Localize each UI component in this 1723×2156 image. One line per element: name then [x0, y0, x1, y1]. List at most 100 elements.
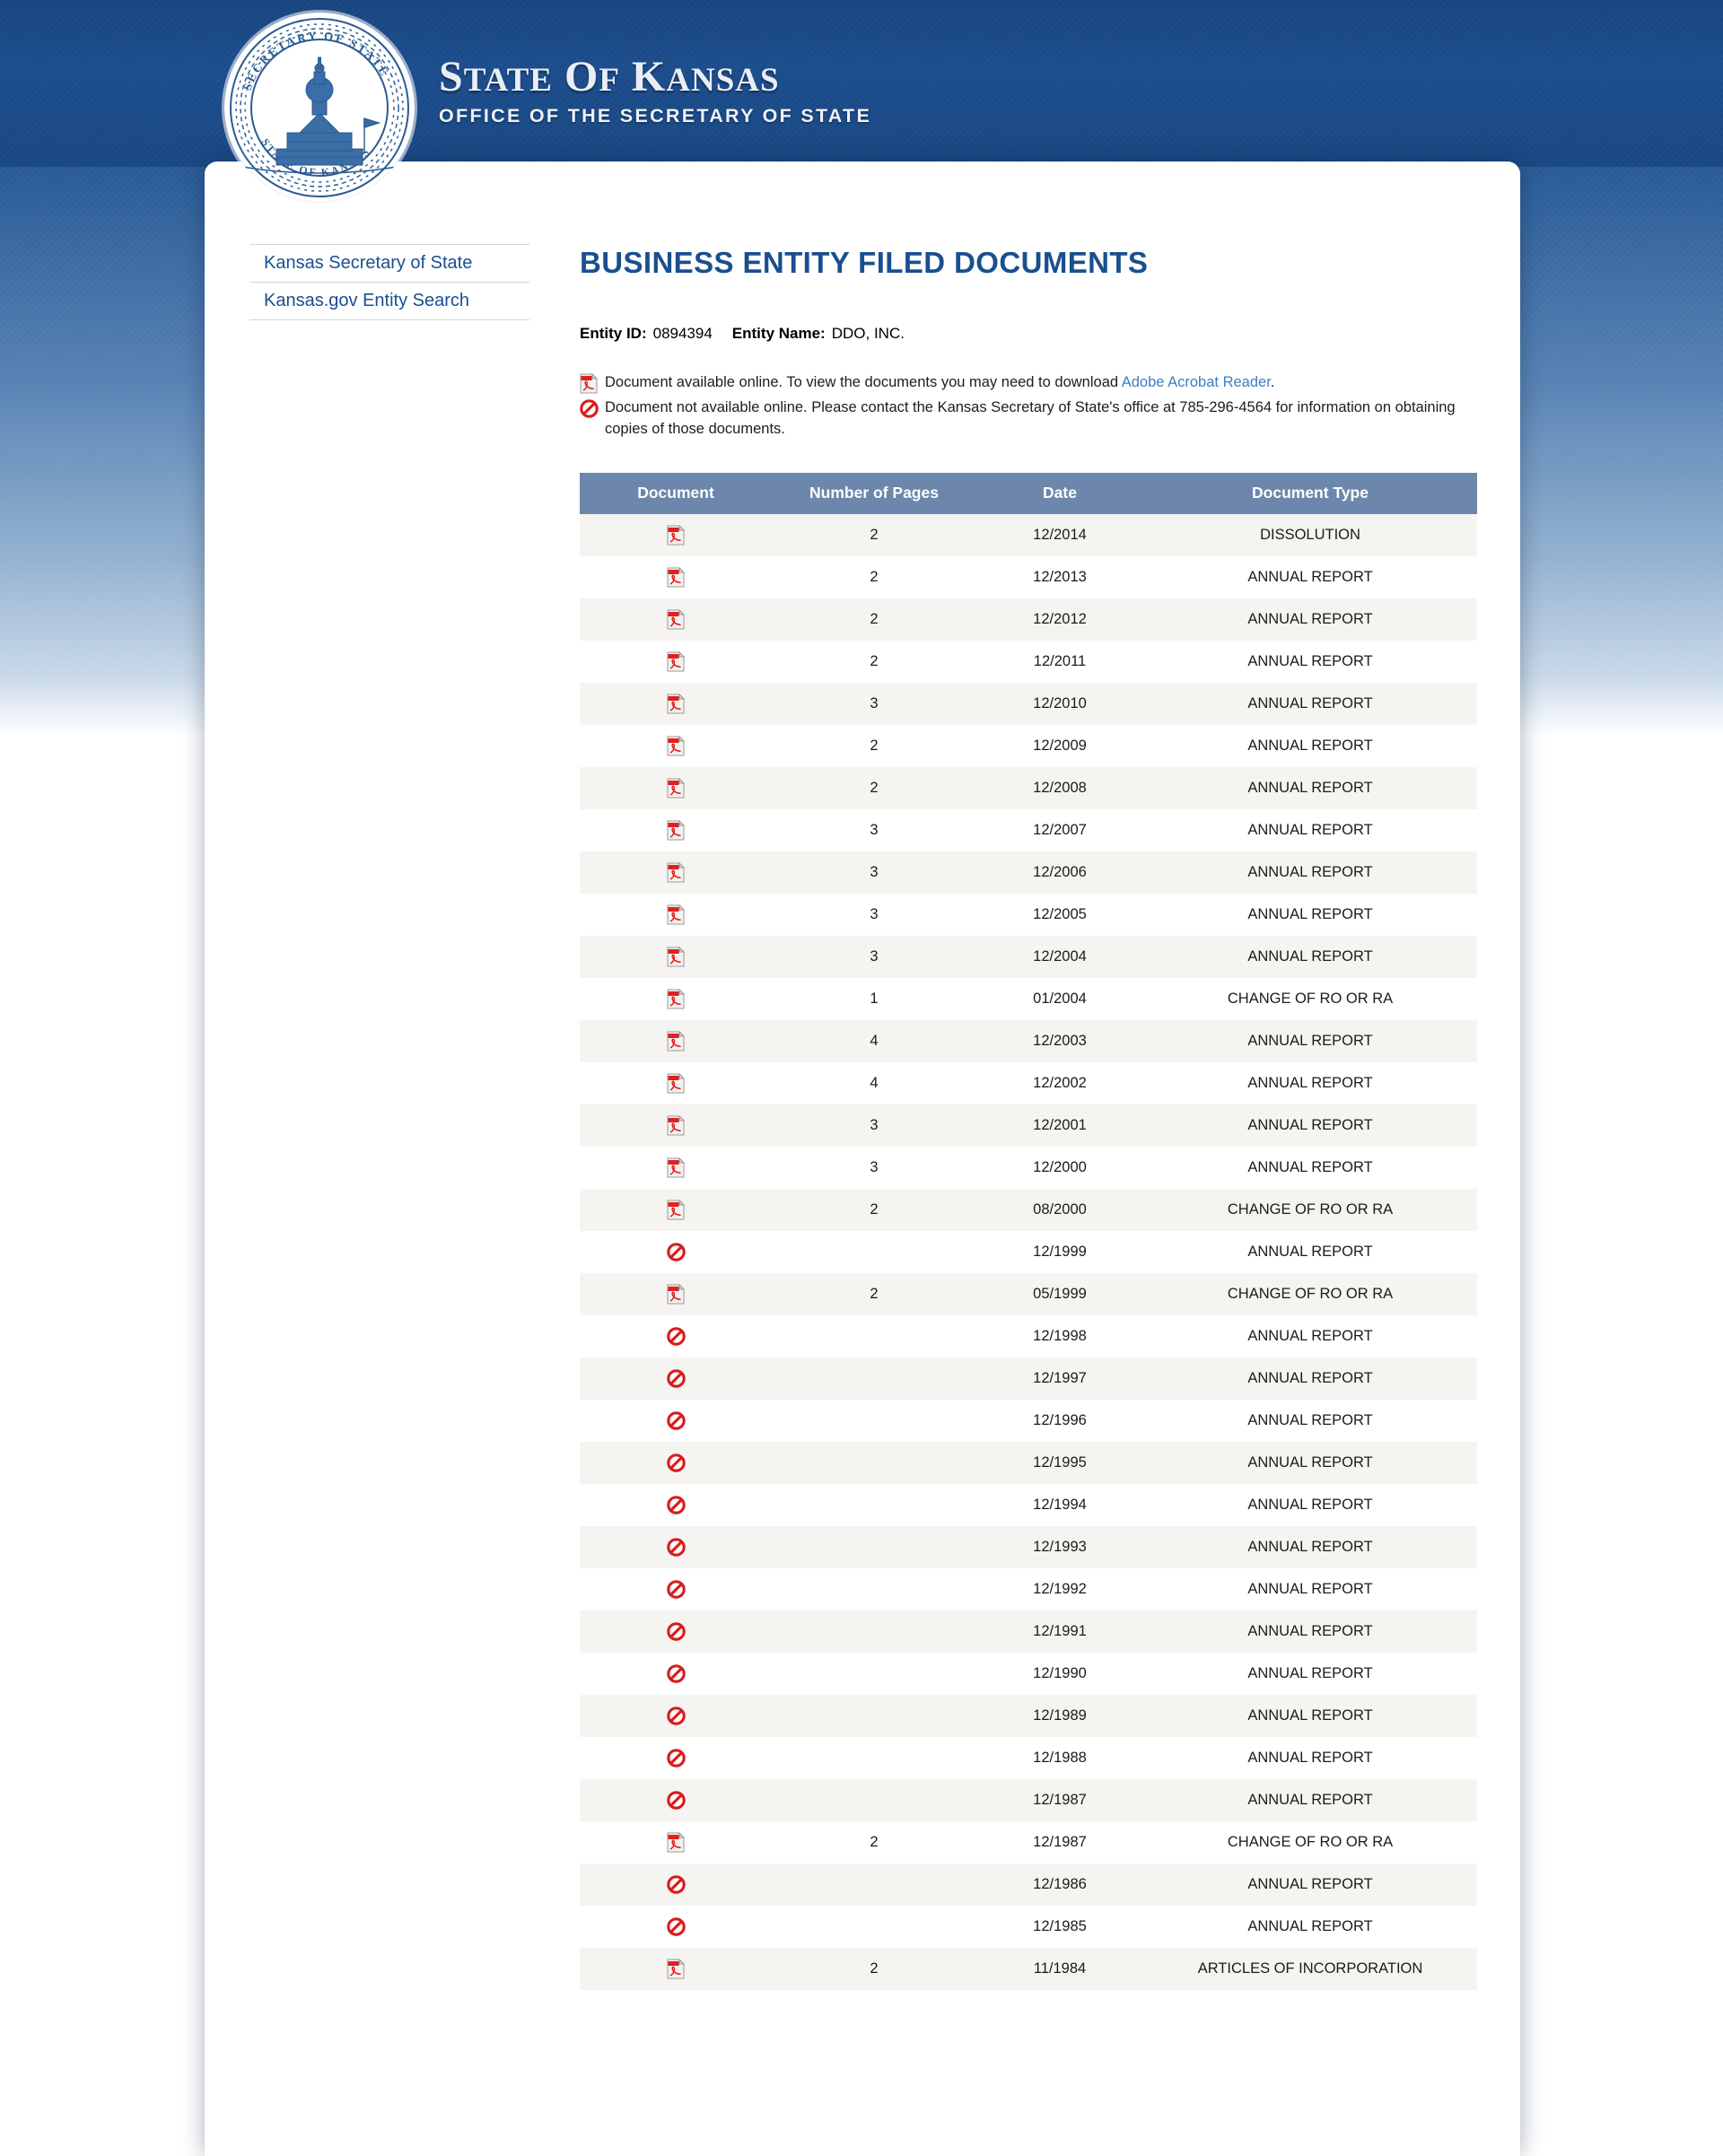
cell-date: 12/1999 — [1033, 1243, 1087, 1260]
pdf-icon[interactable] — [667, 1283, 685, 1305]
cell-number-of-pages: 2 — [870, 568, 879, 585]
cell-number-of-pages — [772, 1400, 976, 1442]
no-entry-icon — [666, 1917, 686, 1936]
pdf-icon[interactable] — [667, 946, 685, 967]
table-row: 2 12/2008 ANNUAL REPORT — [580, 766, 1477, 809]
cell-date: 12/1996 — [1033, 1411, 1087, 1428]
table-row: 3 12/2007 ANNUAL REPORT — [580, 809, 1477, 851]
pdf-icon[interactable] — [667, 777, 685, 799]
cell-number-of-pages: 2 — [870, 652, 879, 669]
cell-document-type: ANNUAL REPORT — [1143, 682, 1477, 725]
no-entry-icon — [580, 398, 599, 420]
cell-document-type: ANNUAL REPORT — [1247, 1327, 1373, 1344]
page-title: BUSINESS ENTITY FILED DOCUMENTS — [580, 246, 1149, 279]
cell-number-of-pages: 2 — [772, 598, 976, 641]
legend-row-unavailable: Document not available online. Please co… — [580, 397, 1477, 441]
cell-document-type: ANNUAL REPORT — [1143, 935, 1477, 978]
no-entry-icon — [666, 1369, 686, 1388]
cell-date: 12/1985 — [1033, 1917, 1087, 1934]
pdf-icon[interactable] — [667, 1030, 685, 1052]
table-row: 2 12/2014 DISSOLUTION — [580, 513, 1477, 556]
table-row: 12/1989 ANNUAL REPORT — [580, 1694, 1477, 1737]
table-row: 2 08/2000 CHANGE OF RO OR RA — [580, 1188, 1477, 1231]
main-content: BUSINESS ENTITY FILED DOCUMENTS Entity I… — [580, 161, 1477, 1990]
cell-date: 12/2007 — [1033, 821, 1087, 838]
site-banner-texture — [0, 0, 1723, 167]
table-row: 2 12/2011 ANNUAL REPORT — [580, 641, 1477, 683]
site-banner — [0, 0, 1723, 167]
cell-number-of-pages: 3 — [772, 1104, 976, 1147]
cell-date: 11/1984 — [976, 1947, 1143, 1990]
table-row: 12/1987 ANNUAL REPORT — [580, 1778, 1477, 1821]
cell-date: 12/1989 — [976, 1694, 1143, 1737]
cell-document-type: ANNUAL REPORT — [1247, 1158, 1373, 1175]
cell-document — [580, 1272, 772, 1315]
cell-document — [580, 1906, 772, 1948]
pdf-icon[interactable] — [667, 1199, 685, 1220]
cell-document — [580, 1737, 772, 1779]
cell-document-type: ANNUAL REPORT — [1247, 1917, 1373, 1934]
no-entry-icon — [666, 1538, 686, 1557]
cell-document — [580, 1525, 772, 1568]
pdf-icon[interactable] — [667, 1157, 685, 1178]
cell-document-type: ANNUAL REPORT — [1247, 568, 1373, 585]
cell-document — [580, 556, 772, 598]
cell-document — [580, 851, 772, 894]
cell-date: 12/1987 — [976, 1778, 1143, 1821]
cell-number-of-pages: 2 — [772, 1947, 976, 1990]
cell-document-type: ANNUAL REPORT — [1247, 1074, 1373, 1091]
cell-date: 12/2008 — [976, 766, 1143, 809]
cell-document-type: ANNUAL REPORT — [1143, 1441, 1477, 1484]
pdf-icon[interactable] — [667, 1831, 685, 1853]
no-entry-icon — [666, 1411, 686, 1430]
cell-document-type: ANNUAL REPORT — [1143, 598, 1477, 641]
sidebar-item-kansas-secretary-of-state[interactable]: Kansas Secretary of State — [249, 244, 529, 282]
column-header-number-of-pages: Number of Pages — [772, 472, 976, 514]
column-header-document-type: Document Type — [1143, 472, 1477, 514]
cell-number-of-pages: 2 — [870, 1833, 879, 1850]
pdf-icon[interactable] — [667, 735, 685, 756]
pdf-icon[interactable] — [667, 1114, 685, 1136]
no-entry-icon — [666, 1580, 686, 1599]
table-row: 2 12/1987 CHANGE OF RO OR RA — [580, 1821, 1477, 1864]
cell-date: 12/1992 — [1033, 1580, 1087, 1597]
cell-document — [580, 1104, 772, 1147]
table-row: 3 12/2010 ANNUAL REPORT — [580, 682, 1477, 725]
cell-date: 12/2009 — [1033, 737, 1087, 754]
pdf-icon[interactable] — [667, 819, 685, 841]
pdf-icon[interactable] — [667, 903, 685, 925]
adobe-acrobat-reader-link[interactable]: Adobe Acrobat Reader — [1122, 374, 1271, 390]
pdf-icon[interactable] — [667, 1072, 685, 1094]
cell-number-of-pages — [772, 1863, 976, 1906]
pdf-icon[interactable] — [667, 861, 685, 883]
cell-document-type: ANNUAL REPORT — [1143, 1694, 1477, 1737]
cell-document-type: ANNUAL REPORT — [1143, 1019, 1477, 1062]
no-entry-icon — [666, 1791, 686, 1810]
cell-document — [580, 1610, 772, 1653]
column-header-date: Date — [976, 472, 1143, 514]
pdf-icon[interactable] — [667, 608, 685, 630]
table-row: 12/1991 ANNUAL REPORT — [580, 1610, 1477, 1653]
pdf-icon[interactable] — [667, 524, 685, 546]
pdf-icon[interactable] — [667, 566, 685, 588]
cell-number-of-pages — [772, 1441, 976, 1484]
table-row: 3 12/2001 ANNUAL REPORT — [580, 1104, 1477, 1147]
entity-summary: Entity ID: 0894394 Entity Name: DDO, INC. — [580, 325, 1477, 343]
cell-document — [580, 1147, 772, 1189]
cell-date: 12/1988 — [1033, 1749, 1087, 1766]
entity-name-value: DDO, INC. — [831, 325, 905, 342]
cell-date: 05/1999 — [976, 1272, 1143, 1315]
cell-document — [580, 725, 772, 767]
cell-document — [580, 1484, 772, 1526]
table-row: 12/1986 ANNUAL REPORT — [580, 1863, 1477, 1906]
pdf-icon[interactable] — [667, 1958, 685, 1979]
cell-document — [580, 513, 772, 556]
cell-date: 12/2010 — [976, 682, 1143, 725]
pdf-icon[interactable] — [667, 650, 685, 672]
cell-document-type: ANNUAL REPORT — [1247, 905, 1373, 922]
cell-number-of-pages: 2 — [870, 737, 879, 754]
sidebar-item-kansas-gov-entity-search[interactable]: Kansas.gov Entity Search — [249, 282, 529, 320]
cell-document — [580, 1400, 772, 1442]
pdf-icon[interactable] — [667, 693, 685, 714]
pdf-icon[interactable] — [667, 988, 685, 1009]
